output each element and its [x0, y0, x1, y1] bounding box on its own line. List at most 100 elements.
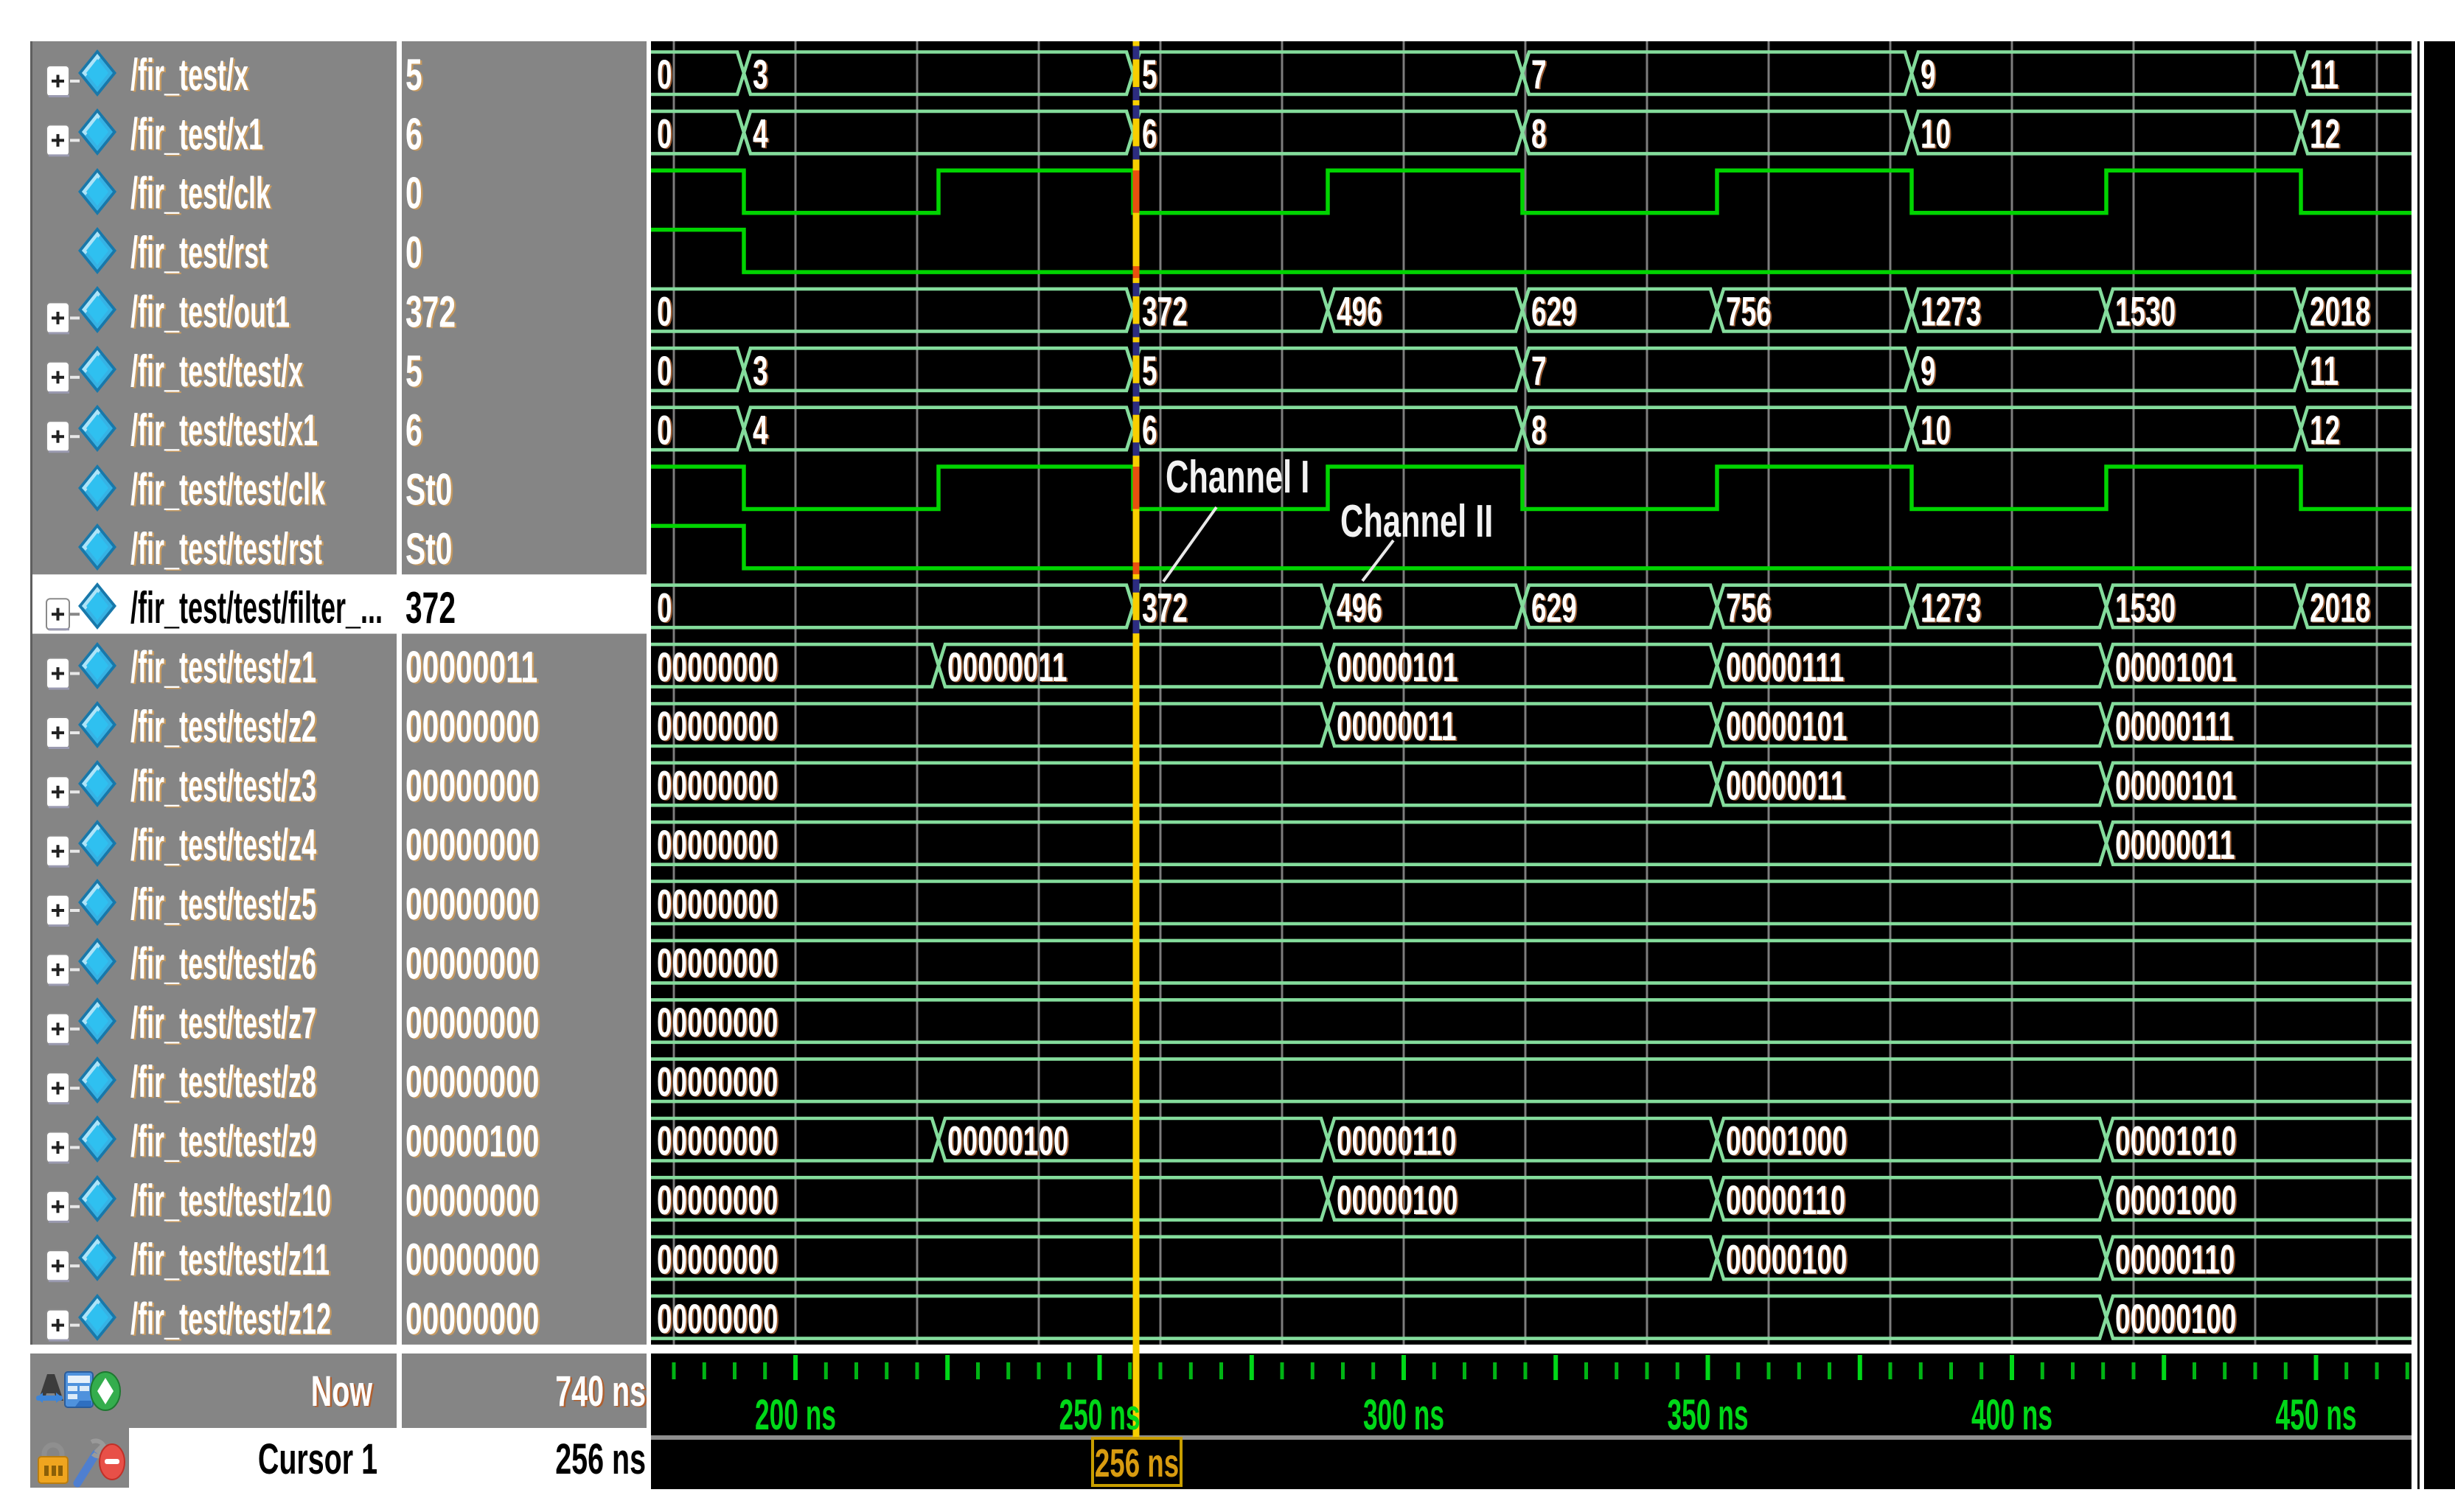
svg-text:00000000: 00000000: [657, 644, 778, 691]
svg-text:372: 372: [1142, 585, 1188, 632]
svg-text:0: 0: [657, 52, 672, 99]
svg-text:00000100: 00000100: [2115, 1296, 2236, 1342]
svg-text:00000000: 00000000: [657, 822, 778, 868]
svg-text:250 ns: 250 ns: [1059, 1392, 1140, 1439]
svg-text:00000101: 00000101: [1337, 644, 1458, 691]
svg-text:8: 8: [1531, 408, 1547, 454]
svg-text:4: 4: [753, 111, 768, 158]
svg-text:6: 6: [1142, 111, 1157, 158]
svg-text:4: 4: [753, 408, 768, 454]
svg-text:0: 0: [657, 348, 672, 394]
svg-text:10: 10: [1921, 111, 1951, 158]
svg-text:/fir_test/test/z6: /fir_test/test/z6: [130, 939, 316, 989]
svg-text:00000011: 00000011: [1337, 704, 1456, 750]
svg-text:00001010: 00001010: [2115, 1118, 2236, 1165]
svg-text:0: 0: [657, 585, 672, 632]
svg-text:00000111: 00000111: [2115, 704, 2233, 750]
svg-text:St0: St0: [405, 524, 452, 574]
svg-text:00000000: 00000000: [405, 762, 539, 811]
svg-text:00000000: 00000000: [657, 1237, 778, 1283]
svg-text:Cursor 1: Cursor 1: [258, 1435, 377, 1483]
svg-text:1273: 1273: [1921, 289, 1981, 335]
svg-text:/fir_test/clk: /fir_test/clk: [130, 169, 271, 218]
svg-text:9: 9: [1921, 52, 1936, 99]
svg-text:00000000: 00000000: [657, 763, 778, 809]
svg-text:200 ns: 200 ns: [755, 1392, 836, 1439]
svg-text:/fir_test/test/z11: /fir_test/test/z11: [130, 1236, 330, 1285]
svg-text:00000011: 00000011: [1726, 763, 1845, 809]
svg-text:12: 12: [2310, 408, 2340, 454]
svg-text:7: 7: [1531, 52, 1547, 99]
svg-text:00000000: 00000000: [405, 821, 539, 870]
svg-text:372: 372: [405, 583, 456, 633]
svg-text:12: 12: [2310, 111, 2340, 158]
svg-text:400 ns: 400 ns: [1971, 1392, 2052, 1439]
svg-text:00000011: 00000011: [405, 643, 537, 692]
svg-text:00000000: 00000000: [657, 704, 778, 750]
svg-text:/fir_test/test/rst: /fir_test/test/rst: [130, 525, 322, 574]
svg-text:00000011: 00000011: [947, 644, 1067, 691]
svg-text:3: 3: [753, 348, 768, 394]
svg-text:00000000: 00000000: [405, 939, 539, 989]
svg-text:/fir_test/test/z4: /fir_test/test/z4: [130, 821, 316, 870]
svg-text:/fir_test/test/x: /fir_test/test/x: [130, 346, 303, 396]
svg-text:00000000: 00000000: [657, 1059, 778, 1106]
svg-text:1530: 1530: [2115, 585, 2176, 632]
svg-text:00000011: 00000011: [2115, 822, 2235, 868]
svg-text:00000000: 00000000: [657, 941, 778, 987]
svg-text:496: 496: [1337, 585, 1382, 632]
svg-text:00000000: 00000000: [405, 879, 539, 929]
svg-text:/fir_test/test/z5: /fir_test/test/z5: [130, 880, 316, 930]
svg-text:/fir_test/test/clk: /fir_test/test/clk: [130, 465, 325, 515]
svg-text:6: 6: [1142, 408, 1157, 454]
svg-text:0: 0: [657, 289, 672, 335]
svg-text:11: 11: [2310, 52, 2339, 99]
svg-text:0: 0: [405, 228, 422, 277]
svg-text:00000000: 00000000: [405, 1235, 539, 1284]
svg-text:00000110: 00000110: [1726, 1178, 1845, 1224]
svg-text:00000100: 00000100: [1337, 1178, 1458, 1224]
svg-text:00000000: 00000000: [405, 1176, 539, 1225]
svg-text:350 ns: 350 ns: [1667, 1392, 1748, 1439]
svg-text:756: 756: [1726, 289, 1772, 335]
svg-text:/fir_test/rst: /fir_test/rst: [130, 229, 268, 278]
svg-text:5: 5: [1142, 348, 1157, 394]
svg-text:00000110: 00000110: [1337, 1118, 1456, 1165]
svg-text:0: 0: [657, 111, 672, 158]
svg-text:629: 629: [1531, 585, 1577, 632]
svg-text:372: 372: [405, 288, 456, 337]
svg-text:9: 9: [1921, 348, 1936, 394]
svg-text:/fir_test/test/z12: /fir_test/test/z12: [130, 1295, 331, 1344]
svg-text:00000000: 00000000: [657, 1118, 778, 1165]
svg-text:/fir_test/test/z10: /fir_test/test/z10: [130, 1176, 331, 1225]
svg-text:8: 8: [1531, 111, 1547, 158]
svg-text:1530: 1530: [2115, 289, 2176, 335]
svg-text:/fir_test/test/z7: /fir_test/test/z7: [130, 998, 316, 1048]
svg-text:5: 5: [405, 346, 422, 396]
svg-text:/fir_test/out1: /fir_test/out1: [130, 288, 290, 337]
svg-text:00000111: 00000111: [1726, 644, 1844, 691]
svg-text:00000000: 00000000: [657, 1178, 778, 1224]
svg-text:00000000: 00000000: [657, 882, 778, 928]
svg-text:5: 5: [405, 50, 422, 100]
svg-text:00000100: 00000100: [405, 1117, 539, 1166]
svg-text:/fir_test/test/z1: /fir_test/test/z1: [130, 643, 316, 692]
svg-text:00001001: 00001001: [2115, 644, 2236, 691]
svg-text:/fir_test/test/z3: /fir_test/test/z3: [130, 762, 316, 811]
svg-text:629: 629: [1531, 289, 1577, 335]
svg-text:/fir_test/test/filter_...: /fir_test/test/filter_...: [130, 584, 383, 633]
svg-text:00000000: 00000000: [657, 1000, 778, 1046]
svg-text:00000101: 00000101: [2115, 763, 2236, 809]
svg-text:00001000: 00001000: [1726, 1118, 1847, 1165]
svg-text:256 ns: 256 ns: [555, 1435, 646, 1483]
svg-text:St0: St0: [405, 465, 452, 515]
svg-text:300 ns: 300 ns: [1363, 1392, 1444, 1439]
svg-text:00000000: 00000000: [657, 1296, 778, 1342]
svg-text:00000100: 00000100: [947, 1118, 1068, 1165]
svg-text:00000110: 00000110: [2115, 1237, 2235, 1283]
svg-text:2018: 2018: [2310, 585, 2370, 632]
svg-text:0: 0: [657, 408, 672, 454]
svg-text:/fir_test/x: /fir_test/x: [130, 51, 248, 100]
svg-text:7: 7: [1531, 348, 1547, 394]
svg-text:6: 6: [405, 110, 422, 159]
